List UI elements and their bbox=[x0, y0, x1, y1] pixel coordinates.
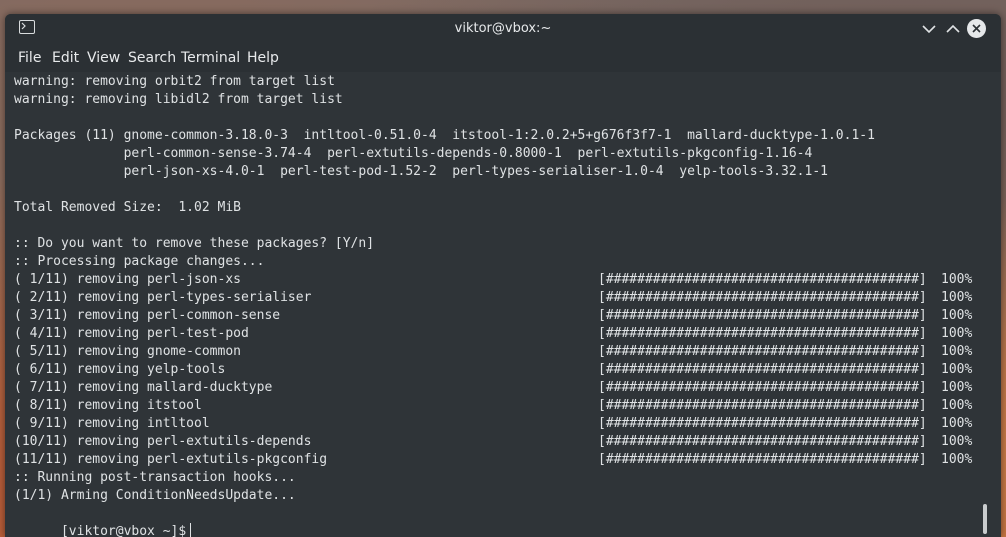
title-bar[interactable]: viktor@vbox:~ bbox=[5, 14, 1001, 44]
window-title: viktor@vbox:~ bbox=[454, 21, 552, 36]
output-line: warning: removing orbit2 from target lis… bbox=[14, 74, 335, 89]
progress-label: (10/11) removing perl-extutils-depends bbox=[14, 434, 312, 449]
hooks-line: :: Running post-transaction hooks... bbox=[14, 470, 296, 485]
progress-percent: 100% bbox=[941, 452, 973, 467]
progress-percent: 100% bbox=[941, 434, 973, 449]
progress-label: ( 9/11) removing intltool bbox=[14, 416, 210, 431]
minimize-button[interactable] bbox=[919, 19, 939, 39]
text-cursor bbox=[190, 523, 192, 537]
progress-percent: 100% bbox=[941, 380, 973, 395]
progress-label: (11/11) removing perl-extutils-pkgconfig bbox=[14, 452, 328, 467]
close-button[interactable] bbox=[967, 19, 986, 38]
progress-percent: 100% bbox=[941, 308, 973, 323]
menu-help[interactable]: Help bbox=[247, 50, 279, 66]
menu-search[interactable]: Search bbox=[128, 50, 176, 66]
menu-bar: File Edit View Search Terminal Help bbox=[5, 44, 1001, 72]
hooks-line: (1/1) Arming ConditionNeedsUpdate... bbox=[14, 488, 296, 503]
progress-bar: [#######################################… bbox=[598, 434, 927, 449]
progress-percent: 100% bbox=[941, 362, 973, 377]
packages-line: perl-json-xs-4.0-1 perl-test-pod-1.52-2 … bbox=[14, 164, 828, 179]
packages-line: perl-common-sense-3.74-4 perl-extutils-d… bbox=[14, 146, 813, 161]
menu-file[interactable]: File bbox=[18, 50, 41, 66]
progress-bar: [#######################################… bbox=[598, 398, 927, 413]
progress-bar: [#######################################… bbox=[598, 416, 927, 431]
chevron-down-icon bbox=[922, 25, 936, 34]
prompt-line[interactable]: [viktor@vbox ~]$ bbox=[14, 505, 192, 537]
progress-bar: [#######################################… bbox=[598, 308, 927, 323]
progress-label: ( 4/11) removing perl-test-pod bbox=[14, 326, 249, 341]
progress-label: ( 8/11) removing itstool bbox=[14, 398, 202, 413]
processing-line: :: Processing package changes... bbox=[14, 254, 265, 269]
output-line: warning: removing libidl2 from target li… bbox=[14, 92, 343, 107]
progress-bar: [#######################################… bbox=[598, 362, 927, 377]
progress-bar: [#######################################… bbox=[598, 344, 927, 359]
progress-label: ( 3/11) removing perl-common-sense bbox=[14, 308, 281, 323]
progress-bar: [#######################################… bbox=[598, 452, 927, 467]
progress-bar: [#######################################… bbox=[598, 272, 927, 287]
confirm-line: :: Do you want to remove these packages?… bbox=[14, 236, 375, 251]
terminal-output[interactable]: warning: removing orbit2 from target lis… bbox=[5, 72, 1001, 537]
menu-terminal[interactable]: Terminal bbox=[181, 50, 240, 66]
chevron-up-icon bbox=[946, 24, 960, 33]
terminal-window: viktor@vbox:~ File Edit View Search Term… bbox=[5, 14, 1001, 537]
progress-bar: [#######################################… bbox=[598, 326, 927, 341]
progress-percent: 100% bbox=[941, 272, 973, 287]
progress-label: ( 7/11) removing mallard-ducktype bbox=[14, 380, 273, 395]
close-icon bbox=[972, 24, 981, 33]
progress-bar: [#######################################… bbox=[598, 290, 927, 305]
progress-percent: 100% bbox=[941, 344, 973, 359]
progress-percent: 100% bbox=[941, 326, 973, 341]
progress-bar: [#######################################… bbox=[598, 380, 927, 395]
progress-percent: 100% bbox=[941, 398, 973, 413]
progress-label: ( 2/11) removing perl-types-serialiser bbox=[14, 290, 312, 305]
removed-size-line: Total Removed Size: 1.02 MiB bbox=[14, 200, 241, 215]
progress-label: ( 5/11) removing gnome-common bbox=[14, 344, 241, 359]
menu-view[interactable]: View bbox=[87, 50, 120, 66]
progress-label: ( 1/11) removing perl-json-xs bbox=[14, 272, 241, 287]
maximize-button[interactable] bbox=[943, 19, 963, 39]
progress-percent: 100% bbox=[941, 290, 973, 305]
progress-label: ( 6/11) removing yelp-tools bbox=[14, 362, 226, 377]
progress-percent: 100% bbox=[941, 416, 973, 431]
shell-prompt: [viktor@vbox ~]$ bbox=[60, 524, 187, 537]
packages-line: Packages (11) gnome-common-3.18.0-3 intl… bbox=[14, 128, 875, 143]
menu-edit[interactable]: Edit bbox=[52, 50, 79, 66]
scrollbar[interactable] bbox=[983, 504, 987, 534]
